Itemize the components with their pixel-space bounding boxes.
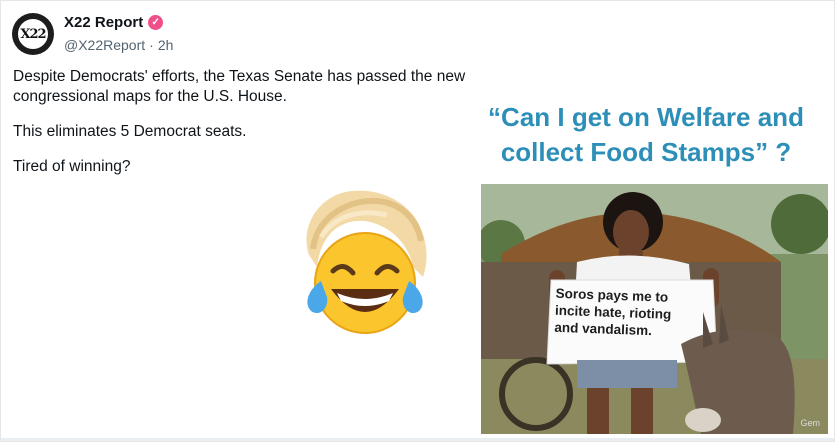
laughing-crying-emoji-with-blond-hair-icon — [291, 185, 433, 337]
post-text-paragraph: This eliminates 5 Democrat seats. — [13, 123, 247, 140]
avatar-logo: X22 — [16, 17, 50, 51]
verified-badge-icon: ✓ — [148, 15, 164, 30]
author-name-row: X22 Report ✓ — [64, 14, 164, 31]
divider — [1, 438, 834, 441]
post-text-paragraph: Tired of winning? — [13, 158, 131, 175]
sign-text: Soros pays me to incite hate, rioting an… — [554, 285, 672, 339]
author-meta-row: @X22Report · 2h — [64, 37, 173, 53]
author-handle[interactable]: @X22Report — [64, 37, 145, 53]
post-timestamp[interactable]: 2h — [158, 37, 174, 53]
meme-caption: “Can I get on Welfare and collect Food S… — [488, 102, 804, 167]
post-card[interactable]: X22 X22 Report ✓ @X22Report · 2h Despite… — [0, 0, 835, 442]
avatar[interactable]: X22 — [12, 13, 54, 55]
post-text-paragraph: Despite Democrats' efforts, the Texas Se… — [13, 68, 466, 105]
post-text: Despite Democrats' efforts, the Texas Se… — [13, 67, 513, 192]
image-watermark: Gem — [800, 418, 820, 428]
meta-separator: · — [149, 37, 154, 53]
author-display-name[interactable]: X22 Report — [64, 14, 143, 31]
meme-photo[interactable]: Soros pays me to incite hate, rioting an… — [481, 184, 828, 434]
